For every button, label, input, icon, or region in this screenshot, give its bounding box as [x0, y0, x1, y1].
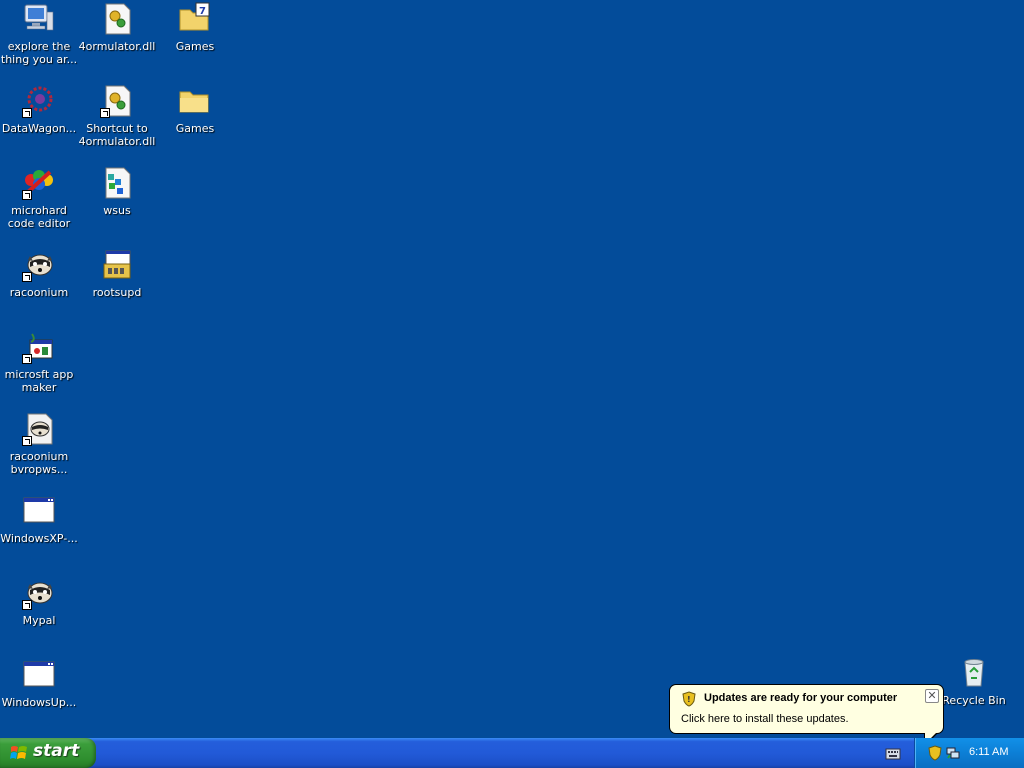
raccoon-doc-icon: [22, 412, 56, 446]
raccoon-icon: [22, 576, 56, 610]
keyboard-icon[interactable]: [885, 746, 901, 760]
shortcut-arrow-icon: [22, 436, 32, 446]
desktop-icon-label: rootsupd: [92, 286, 142, 299]
desktop-icon-code-editor[interactable]: microhard code editor: [0, 166, 78, 230]
system-tray: 6:11 AM: [914, 738, 1024, 768]
desktop-icon-games-2[interactable]: Games: [156, 84, 234, 135]
update-notification-balloon[interactable]: ! Updates are ready for your computer Cl…: [669, 684, 944, 747]
desktop-icon-games-1[interactable]: 7 Games: [156, 2, 234, 53]
desktop-icon-label: microsft app maker: [4, 368, 74, 394]
desktop-icon-label: racoonium: [9, 286, 69, 299]
desktop-icon-label: Mypal: [22, 614, 56, 627]
desktop-icon-wsus[interactable]: wsus: [78, 166, 156, 217]
shortcut-arrow-icon: [22, 272, 32, 282]
desktop-icon-racoonium[interactable]: racoonium: [0, 248, 78, 299]
windows-logo-icon: [10, 745, 28, 761]
desktop-icon-label: WindowsUp...: [1, 696, 77, 709]
desktop-icon-shortcut-4ormulator[interactable]: Shortcut to 4ormulator.dll: [78, 84, 156, 148]
shortcut-arrow-icon: [22, 354, 32, 364]
desktop-icon-windowsup[interactable]: WindowsUp...: [0, 658, 78, 709]
desktop-icon-label: 4ormulator.dll: [78, 40, 156, 53]
desktop-icon-label: Shortcut to 4ormulator.dll: [78, 122, 156, 148]
svg-text:!: !: [687, 695, 691, 704]
desktop-icon-label: WindowsXP-...: [0, 532, 78, 545]
desktop-icon-racoonium-bvropws[interactable]: racoonium bvropws...: [0, 412, 78, 476]
desktop-icon-rootsupd[interactable]: rootsupd: [78, 248, 156, 299]
app-maker-icon: [22, 330, 56, 364]
desktop-icon-label: microhard code editor: [7, 204, 71, 230]
desktop-icon-4ormulator[interactable]: 4ormulator.dll: [78, 2, 156, 53]
desktop-icon-windowsxp[interactable]: WindowsXP-...: [0, 494, 78, 545]
clock[interactable]: 6:11 AM: [969, 746, 1009, 758]
shortcut-arrow-icon: [22, 600, 32, 610]
balloon-close-button[interactable]: ✕: [925, 689, 939, 703]
shortcut-arrow-icon: [22, 108, 32, 118]
computer-icon: [22, 2, 56, 36]
desktop-icon-label: wsus: [103, 204, 131, 217]
desktop-icon-label: Recycle Bin: [942, 694, 1006, 707]
window-icon: [22, 658, 56, 692]
desktop-icon-label: Games: [175, 40, 215, 53]
desktop-icon-app-maker[interactable]: microsft app maker: [0, 330, 78, 394]
start-label: start: [33, 741, 80, 761]
desktop-icon-explore[interactable]: explore the thing you ar...: [0, 2, 78, 66]
balloon-title: Updates are ready for your computer: [704, 692, 898, 704]
desktop-icon-label: Games: [175, 122, 215, 135]
desktop-icon-label: DataWagon...: [1, 122, 77, 135]
desktop-icon-label: racoonium bvropws...: [9, 450, 69, 476]
desktop-icon-label: explore the thing you ar...: [0, 40, 78, 66]
desktop: explore the thing you ar... DataWagon...…: [0, 0, 1024, 747]
wsus-icon: [100, 166, 134, 200]
network-icon[interactable]: [945, 745, 961, 761]
folder-icon: 7: [178, 2, 212, 36]
start-button[interactable]: start: [0, 738, 96, 768]
desktop-icon-mypal[interactable]: Mypal: [0, 576, 78, 627]
folder-icon: [178, 84, 212, 118]
dll-shortcut-icon: [100, 84, 134, 118]
desktop-icon-datawagon[interactable]: DataWagon...: [0, 84, 78, 135]
datawagon-icon: [22, 84, 56, 118]
raccoon-icon: [22, 248, 56, 282]
dll-file-icon: [100, 2, 134, 36]
installer-icon: [100, 248, 134, 282]
shield-icon: !: [681, 691, 697, 711]
taskbar: start 6:11 AM: [0, 738, 1024, 768]
shortcut-arrow-icon: [100, 108, 110, 118]
recycle-bin-icon: [957, 656, 991, 690]
balloon-body[interactable]: Click here to install these updates.: [681, 713, 849, 725]
shortcut-arrow-icon: [22, 190, 32, 200]
desktop-icon-recycle-bin[interactable]: Recycle Bin: [935, 656, 1013, 707]
security-shield-icon[interactable]: [927, 745, 943, 761]
svg-text:7: 7: [199, 6, 206, 17]
window-icon: [22, 494, 56, 528]
code-editor-icon: [22, 166, 56, 200]
